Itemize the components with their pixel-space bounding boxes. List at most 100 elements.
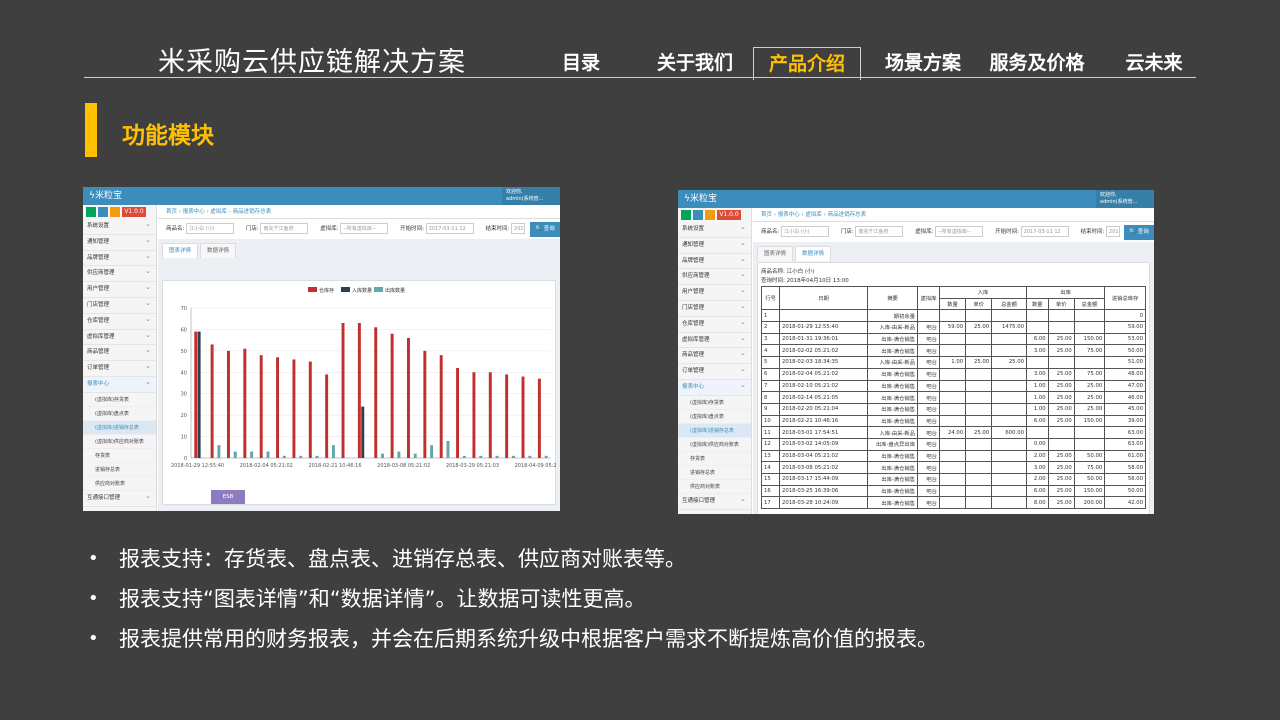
sidebar-btn-blue[interactable] (693, 210, 703, 220)
table-cell (1073, 321, 1106, 334)
tab-chart[interactable]: 图表详情 (162, 243, 199, 258)
tab-chart[interactable]: 图表详情 (757, 246, 794, 261)
chart-bar (390, 333, 394, 458)
table-cell: 2018-02-10 05:21:02 (779, 379, 868, 393)
sidebar-subitem[interactable]: (虚拟库)存货表 (83, 393, 156, 407)
table-cell: 63.00 (1104, 426, 1146, 439)
sidebar-subitem[interactable]: (虚拟库)供应商对账表 (678, 438, 751, 452)
user-menu[interactable]: 欢迎你, admin(系统管... (502, 187, 560, 205)
end-label: 结束时间: (1080, 229, 1105, 235)
sidebar-subitem[interactable]: (虚拟库)供应商对账表 (83, 435, 156, 449)
chart-bar (472, 372, 476, 458)
sidebar-subitem[interactable]: (虚拟库)盘点表 (83, 407, 156, 421)
sidebar-subitem[interactable]: (虚拟库)进销存总表 (678, 423, 751, 438)
goods-label: 商品名: (166, 226, 185, 232)
table-cell: 2018-03-01 17:54:51 (779, 426, 868, 439)
nav-tab-product[interactable]: 产品介绍 (753, 47, 861, 80)
nav-tab-service[interactable]: 服务及价格 (983, 47, 1091, 79)
table-cell (991, 449, 1027, 463)
sidebar-item[interactable]: 互通接口管理 (83, 489, 156, 507)
sidebar-btn-orange[interactable] (705, 210, 715, 220)
table-row: 15 2018-03-17 15:44:09 出库-满仓销售 吧台 2.00 25.00 5… (761, 473, 1146, 486)
store-select[interactable]: 南充千江鱼府 (855, 226, 904, 237)
sidebar-btn-green[interactable] (86, 207, 96, 217)
query-button[interactable]: 🔍 查询 (530, 222, 560, 237)
chart-bar (325, 374, 329, 458)
table-cell: 吧台 (917, 461, 940, 474)
screenshot-data-view: ϟ米粒宝 欢迎你,admin(系统管... V1.0.0 系统设置通知管理品牌管… (678, 190, 1154, 514)
sidebar-item[interactable]: 报表中心 (678, 378, 751, 396)
table-cell: 5 (761, 356, 780, 369)
table-row: 8 2018-02-14 05:21:05 出库-满仓销售 吧台 1.00 25.00 25… (761, 391, 1146, 404)
sidebar-subitem[interactable]: (虚拟库)存货表 (678, 396, 751, 410)
tab-data[interactable]: 数据详情 (795, 246, 832, 261)
view-tabs: 图表详情 数据详情 (158, 243, 560, 258)
app-brand: ϟ米粒宝 (678, 190, 1154, 208)
bar-chart: 仓库存 入库数量 出库数量 0 10 20 30 40 50 60 70 2018-01-29 12:… (171, 287, 560, 469)
table-cell (1047, 356, 1075, 369)
start-time-input[interactable]: 2017-03-11 12 (425, 223, 474, 234)
col-date: 日期 (779, 285, 868, 311)
table-cell (1073, 437, 1106, 451)
sidebar-btn-orange[interactable] (110, 207, 120, 217)
table-cell: 出库-满仓销售 (867, 391, 918, 404)
breadcrumb: 首页 › 报表中心 › 虚拟库 › 商品进销存总表 (158, 205, 560, 219)
table-cell: 吧台 (917, 321, 940, 334)
table-cell (1025, 321, 1049, 334)
user-greeting: 欢迎你, (506, 189, 523, 195)
goods-input[interactable]: 江小白 (小) (781, 226, 830, 237)
col-vstore: 虚拟库 (917, 285, 940, 311)
user-menu[interactable]: 欢迎你, admin(系统管... (1096, 190, 1154, 208)
table-cell: 3.00 (1025, 461, 1049, 474)
store-select[interactable]: 南充千江鱼府 (260, 223, 309, 234)
chart-bar (217, 445, 221, 458)
table-cell: 25.00 (1047, 461, 1075, 474)
sidebar-subitem[interactable]: 进销存总表 (83, 463, 156, 477)
col-no: 行号 (761, 285, 780, 311)
sidebar-subitem[interactable]: 存货表 (678, 452, 751, 466)
goods-input[interactable]: 江小白 (小) (186, 223, 235, 234)
nav-tab-future[interactable]: 云未来 (1115, 47, 1193, 79)
nav-tab-toc[interactable]: 目录 (543, 47, 619, 79)
query-button[interactable]: 🔍 查询 (1124, 225, 1154, 240)
sidebar-item[interactable]: 报表中心 (83, 375, 156, 393)
table-cell (938, 344, 967, 358)
sidebar-subitem[interactable]: 进销存总表 (678, 466, 751, 480)
table-cell: 期初余量 (867, 309, 918, 323)
vstore-select[interactable]: --所有虚拟库-- (340, 223, 389, 234)
nav-tab-about[interactable]: 关于我们 (648, 47, 742, 79)
y-tick-label: 70 (181, 306, 187, 312)
sidebar-subitem[interactable]: (虚拟库)盘点表 (678, 410, 751, 424)
table-cell: 25.00 (991, 356, 1027, 369)
user-name: admin(系统管... (1100, 199, 1138, 205)
end-time-input[interactable]: 201 (1106, 226, 1121, 237)
start-time-input[interactable]: 2017-03-11 12 (1020, 226, 1069, 237)
table-cell: 53.00 (1104, 332, 1146, 346)
table-cell: 200.00 (1073, 496, 1106, 510)
table-cell: 吧台 (917, 426, 940, 439)
query-label: 查询 (1137, 229, 1149, 235)
table-cell: 13 (761, 449, 780, 463)
table-cell (938, 402, 967, 416)
tab-data[interactable]: 数据详情 (200, 243, 237, 258)
nav-tab-scenario[interactable]: 场景方案 (878, 47, 968, 79)
table-cell (965, 461, 993, 474)
table-cell: 25.00 (1047, 367, 1075, 381)
table-cell: 2018-02-04 05:21:02 (779, 367, 868, 381)
sidebar-btn-green[interactable] (681, 210, 691, 220)
export-button[interactable]: ESB (211, 490, 245, 504)
table-cell: 出库-满仓销售 (867, 414, 918, 428)
table-cell: 2018-01-29 12:55:40 (779, 321, 868, 334)
y-tick-label: 60 (181, 327, 187, 333)
sidebar-btn-blue[interactable] (98, 207, 108, 217)
start-label: 开始时间: (995, 229, 1019, 235)
sidebar-subitem[interactable]: 存货表 (83, 449, 156, 463)
sidebar-subitem[interactable]: (虚拟库)进销存总表 (83, 420, 156, 435)
vstore-select[interactable]: --所有虚拟库-- (935, 226, 984, 237)
table-cell: 出库-满仓销售 (867, 496, 918, 510)
app-brand-label: 米粒宝 (689, 194, 717, 204)
bullet-item: 报表支持：存货表、盘点表、进销存总表、供应商对账表等。 (88, 544, 938, 584)
sidebar-item[interactable]: 互通接口管理 (678, 492, 751, 510)
table-cell: 75.00 (1073, 344, 1106, 358)
end-time-input[interactable]: 201 (511, 223, 526, 234)
